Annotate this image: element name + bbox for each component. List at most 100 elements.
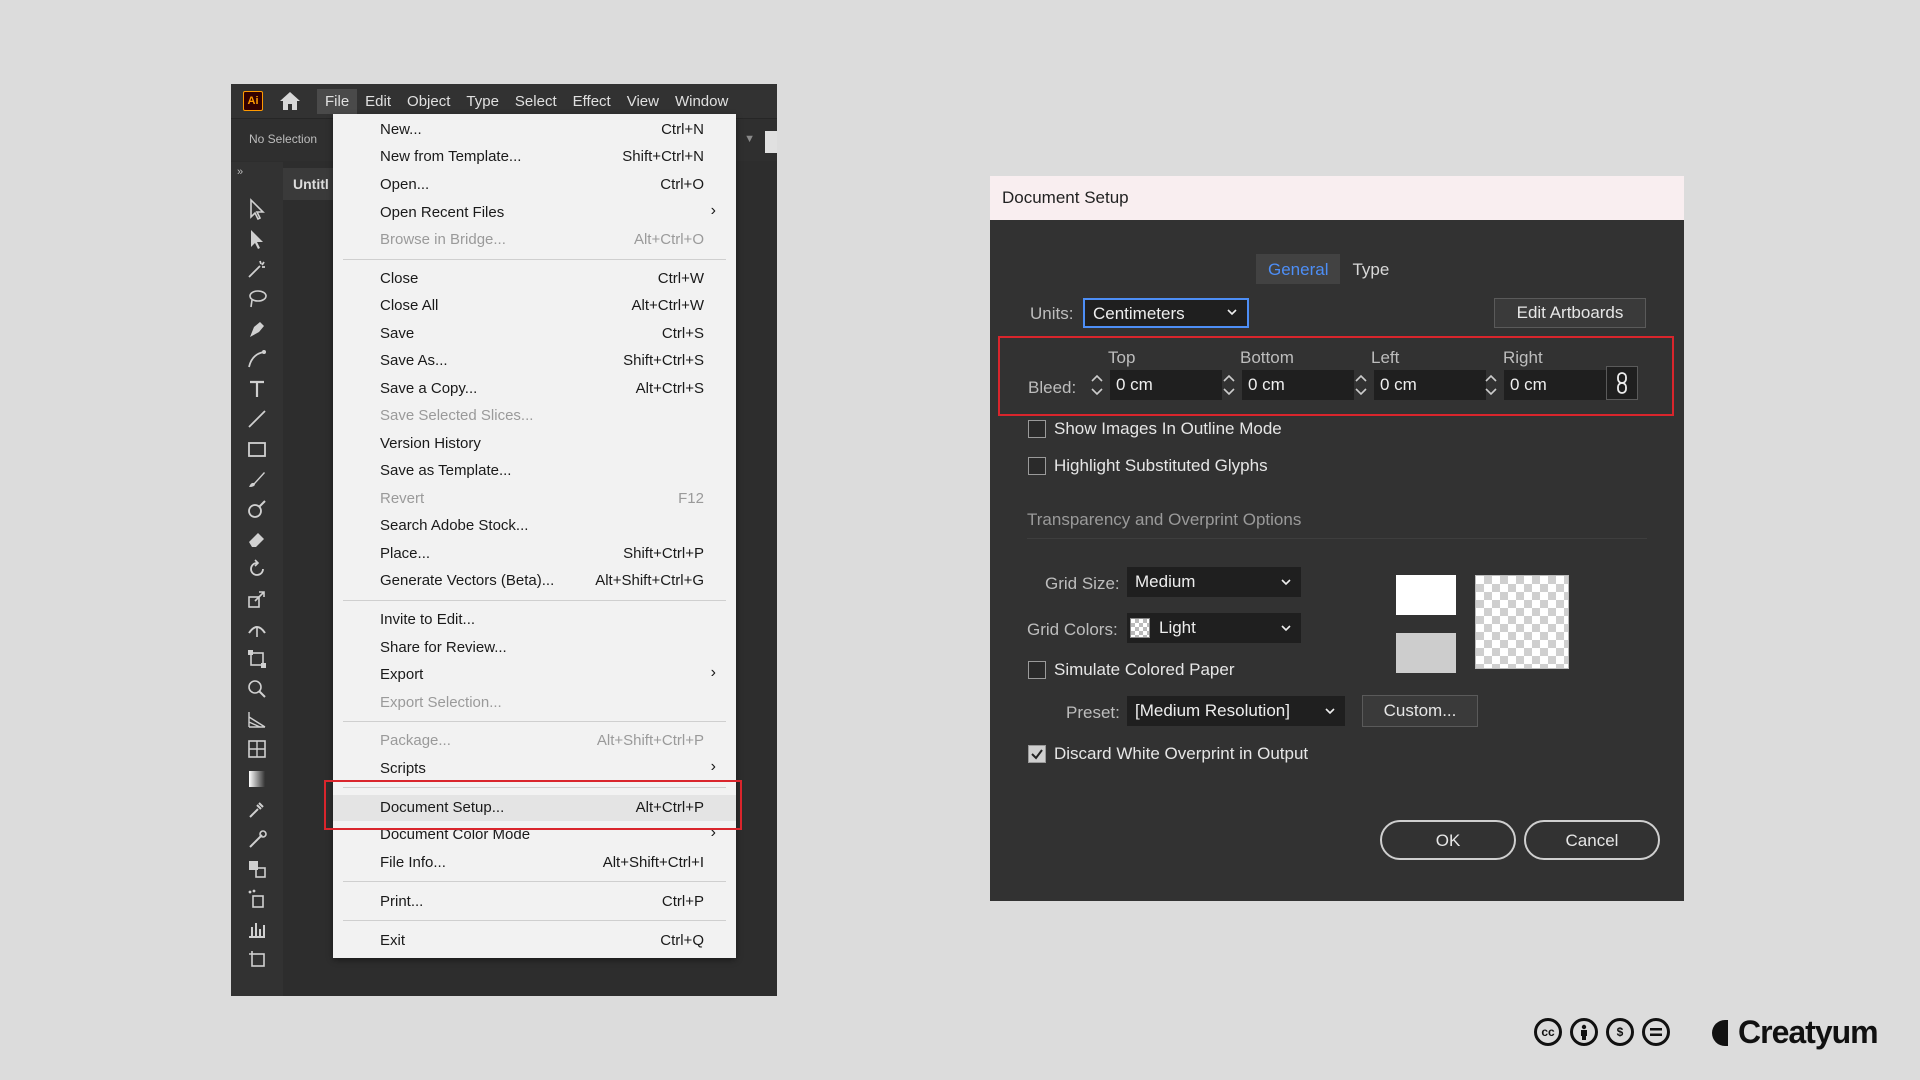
menu-window[interactable]: Window xyxy=(667,89,736,114)
menu-revert[interactable]: Revert F12 xyxy=(333,486,736,512)
units-select[interactable]: Centimeters xyxy=(1083,298,1249,328)
perspective-grid-icon[interactable] xyxy=(244,706,270,732)
blend-tool-icon[interactable] xyxy=(244,856,270,882)
menu-share-review[interactable]: Share for Review... xyxy=(333,635,736,661)
menu-generate-vectors[interactable]: Generate Vectors (Beta)... Alt+Shift+Ctrl… xyxy=(333,568,736,594)
grid-colors-select[interactable]: Light xyxy=(1127,613,1301,643)
gradient-tool-icon[interactable] xyxy=(244,766,270,792)
menu-item-label: New... xyxy=(380,121,422,138)
symbol-sprayer-icon[interactable] xyxy=(244,886,270,912)
stepper-icon[interactable] xyxy=(1350,370,1372,400)
tab-general[interactable]: General xyxy=(1256,254,1341,284)
pen-tool-icon[interactable] xyxy=(244,316,270,342)
menu-save-template[interactable]: Save as Template... xyxy=(333,458,736,484)
rectangle-tool-icon[interactable] xyxy=(244,436,270,462)
mesh-tool-icon[interactable] xyxy=(244,736,270,762)
menu-export-selection[interactable]: Export Selection... xyxy=(333,690,736,716)
menu-file[interactable]: File xyxy=(317,88,358,114)
line-tool-icon[interactable] xyxy=(244,406,270,432)
eyedropper-tool-icon[interactable] xyxy=(244,796,270,822)
direct-selection-tool-icon[interactable] xyxy=(244,226,270,252)
brand-name: Creatyum xyxy=(1738,1014,1879,1050)
width-tool-icon[interactable] xyxy=(244,616,270,642)
cancel-button[interactable]: Cancel xyxy=(1524,820,1660,860)
measure-tool-icon[interactable] xyxy=(244,826,270,852)
control-bar-handle[interactable] xyxy=(765,131,777,153)
type-tool-icon[interactable] xyxy=(244,376,270,402)
menu-new-from-template[interactable]: New from Template... Shift+Ctrl+N xyxy=(333,144,736,170)
menu-item-label: Generate Vectors (Beta)... xyxy=(380,572,555,589)
menu-invite-edit[interactable]: Invite to Edit... xyxy=(333,607,736,633)
show-images-outline-checkbox[interactable] xyxy=(1028,420,1046,438)
menu-type[interactable]: Type xyxy=(458,89,507,114)
menu-item-label: Save Selected Slices... xyxy=(380,407,534,424)
curvature-tool-icon[interactable] xyxy=(244,346,270,372)
menu-save[interactable]: Save Ctrl+S xyxy=(333,321,736,347)
menu-view[interactable]: View xyxy=(619,89,667,114)
blob-brush-icon[interactable] xyxy=(244,496,270,522)
simulate-paper-checkbox[interactable] xyxy=(1028,661,1046,679)
menu-search-stock[interactable]: Search Adobe Stock... xyxy=(333,513,736,539)
magic-wand-icon[interactable] xyxy=(244,256,270,282)
menu-save-slices[interactable]: Save Selected Slices... xyxy=(333,403,736,429)
menu-export[interactable]: Export › xyxy=(333,662,736,688)
home-icon[interactable] xyxy=(275,86,305,116)
menu-place[interactable]: Place... Shift+Ctrl+P xyxy=(333,541,736,567)
menu-print[interactable]: Print... Ctrl+P xyxy=(333,889,736,915)
menu-save-as[interactable]: Save As... Shift+Ctrl+S xyxy=(333,348,736,374)
collapse-icon[interactable]: » xyxy=(237,166,243,178)
menu-exit[interactable]: Exit Ctrl+Q xyxy=(333,928,736,954)
bleed-left-field[interactable]: 0 cm xyxy=(1374,370,1486,400)
menu-new[interactable]: New... Ctrl+N xyxy=(333,117,736,143)
discard-overprint-checkbox[interactable] xyxy=(1028,745,1046,763)
link-bleed-button[interactable] xyxy=(1606,366,1638,400)
selection-tool-icon[interactable] xyxy=(244,196,270,222)
menu-item-label: Save As... xyxy=(380,352,448,369)
shape-builder-icon[interactable] xyxy=(244,676,270,702)
rotate-tool-icon[interactable] xyxy=(244,556,270,582)
column-graph-icon[interactable] xyxy=(244,916,270,942)
stepper-icon[interactable] xyxy=(1480,370,1502,400)
paintbrush-tool-icon[interactable] xyxy=(244,466,270,492)
free-transform-icon[interactable] xyxy=(244,646,270,672)
preset-select[interactable]: [Medium Resolution] xyxy=(1127,696,1345,726)
eraser-tool-icon[interactable] xyxy=(244,526,270,552)
menu-item-shortcut: Shift+Ctrl+P xyxy=(623,545,704,562)
dialog-tabs: General Type xyxy=(1256,254,1401,284)
bleed-bottom-field[interactable]: 0 cm xyxy=(1242,370,1354,400)
menu-effect[interactable]: Effect xyxy=(565,89,619,114)
menu-open[interactable]: Open... Ctrl+O xyxy=(333,172,736,198)
highlight-glyphs-checkbox[interactable] xyxy=(1028,457,1046,475)
tab-type[interactable]: Type xyxy=(1340,254,1401,284)
menu-close-all[interactable]: Close All Alt+Ctrl+W xyxy=(333,293,736,319)
stepper-icon[interactable] xyxy=(1086,370,1108,400)
chevron-down-icon[interactable]: ▼ xyxy=(744,133,755,145)
menu-item-label: Version History xyxy=(380,435,481,452)
document-tab-label: Untitl xyxy=(293,176,329,192)
menu-version-history[interactable]: Version History xyxy=(333,431,736,457)
artboard-tool-icon[interactable] xyxy=(244,946,270,972)
menu-package[interactable]: Package... Alt+Shift+Ctrl+P xyxy=(333,728,736,754)
bleed-label: Bleed: xyxy=(1028,378,1077,397)
grid-size-select[interactable]: Medium xyxy=(1127,567,1301,597)
edit-artboards-button[interactable]: Edit Artboards xyxy=(1494,298,1646,328)
scale-tool-icon[interactable] xyxy=(244,586,270,612)
stepper-icon[interactable] xyxy=(1218,370,1240,400)
menu-browse-bridge[interactable]: Browse in Bridge... Alt+Ctrl+O xyxy=(333,227,736,253)
bleed-top-field[interactable]: 0 cm xyxy=(1110,370,1222,400)
lasso-tool-icon[interactable] xyxy=(244,286,270,312)
grid-color-swatch-gray[interactable] xyxy=(1396,633,1456,673)
menu-object[interactable]: Object xyxy=(399,89,458,114)
menu-close[interactable]: Close Ctrl+W xyxy=(333,266,736,292)
dialog-title-bar[interactable]: Document Setup xyxy=(990,176,1684,220)
menu-open-recent[interactable]: Open Recent Files › xyxy=(333,200,736,226)
menu-scripts[interactable]: Scripts › xyxy=(333,756,736,782)
bleed-right-field[interactable]: 0 cm xyxy=(1504,370,1616,400)
ok-button[interactable]: OK xyxy=(1380,820,1516,860)
menu-save-copy[interactable]: Save a Copy... Alt+Ctrl+S xyxy=(333,376,736,402)
custom-button[interactable]: Custom... xyxy=(1362,695,1478,727)
grid-color-swatch-white[interactable] xyxy=(1396,575,1456,615)
menu-file-info[interactable]: File Info... Alt+Shift+Ctrl+I xyxy=(333,850,736,876)
menu-select[interactable]: Select xyxy=(507,89,565,114)
menu-edit[interactable]: Edit xyxy=(357,89,399,114)
